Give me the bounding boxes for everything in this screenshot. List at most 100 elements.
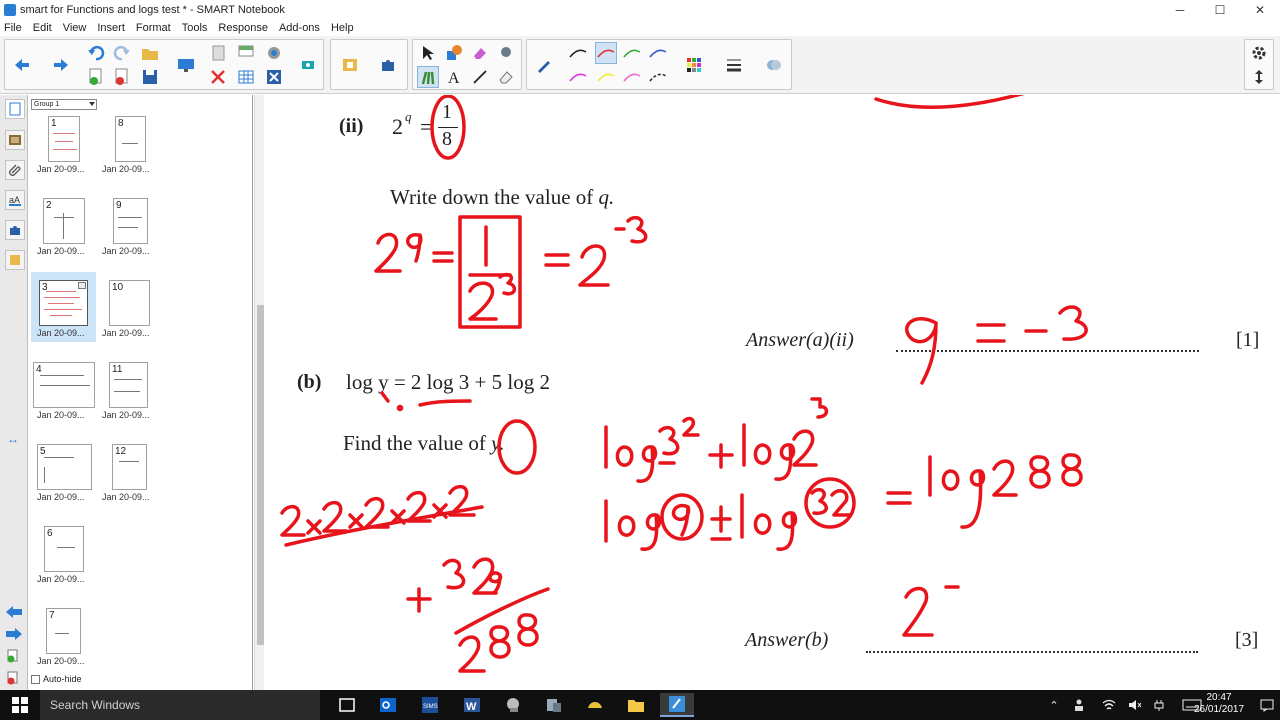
page-thumbnail[interactable]: 5 <box>37 444 92 490</box>
pen-style-green[interactable] <box>621 42 643 64</box>
page-thumbnail[interactable]: 2 <box>43 198 85 244</box>
app-button[interactable] <box>496 693 530 717</box>
close-button[interactable]: ✕ <box>1240 0 1280 20</box>
pen-style-magenta[interactable] <box>567 66 589 88</box>
shapes-tool-button[interactable] <box>443 42 465 64</box>
add-page-side-button[interactable] <box>6 649 20 666</box>
page-thumbnail[interactable]: 8 <box>115 116 146 162</box>
word-app[interactable]: W <box>455 693 489 717</box>
settings-button[interactable] <box>1248 42 1270 64</box>
save-button[interactable] <box>139 66 161 88</box>
move-toolbar-button[interactable] <box>1248 66 1270 88</box>
group-select[interactable]: Group 1 <box>31 99 97 110</box>
task-view-button[interactable] <box>330 693 364 717</box>
insert-table-button[interactable] <box>235 66 257 88</box>
app-button[interactable] <box>578 693 612 717</box>
page-thumbnail-selected[interactable]: 3 <box>39 280 88 326</box>
page-thumbnail[interactable]: 6 <box>44 526 84 572</box>
select-tool-button[interactable] <box>417 42 439 64</box>
menu-format[interactable]: Format <box>136 22 171 34</box>
smart-notebook-app[interactable] <box>660 693 694 717</box>
taskbar-clock[interactable]: 20:47 26/01/2017 <box>1194 692 1244 716</box>
previous-page-side-button[interactable] <box>5 605 23 622</box>
document-camera-button[interactable] <box>297 54 319 76</box>
autohide-checkbox[interactable] <box>31 674 40 684</box>
delete-page-side-button[interactable] <box>6 671 20 688</box>
clear-page-button[interactable] <box>207 66 229 88</box>
outlook-app[interactable] <box>371 693 405 717</box>
whiteboard-canvas[interactable]: (ii) 2 q = 1 8 Write down the value of q… <box>264 95 1280 690</box>
lesson-activity-button[interactable] <box>339 54 361 76</box>
delete-button[interactable] <box>263 66 285 88</box>
people-icon[interactable] <box>1072 690 1090 720</box>
scrollbar-thumb[interactable] <box>257 305 264 645</box>
file-explorer-app[interactable] <box>619 693 653 717</box>
pen-style-dashed[interactable] <box>647 66 669 88</box>
gallery-tab[interactable] <box>5 130 25 150</box>
next-page-side-button[interactable] <box>5 627 23 644</box>
start-button[interactable] <box>0 690 40 720</box>
display-button[interactable] <box>175 54 197 76</box>
page-thumbnail[interactable]: 9 <box>113 198 148 244</box>
attachments-tab[interactable] <box>5 160 25 180</box>
maximize-button[interactable]: ☐ <box>1200 0 1240 20</box>
menu-response[interactable]: Response <box>218 22 268 34</box>
next-page-button[interactable] <box>50 54 72 76</box>
menu-edit[interactable]: Edit <box>33 22 52 34</box>
menu-addons[interactable]: Add-ons <box>279 22 320 34</box>
page-sorter-tab[interactable] <box>5 99 25 119</box>
line-tool-button[interactable] <box>469 66 491 88</box>
lesson-activity-tab[interactable] <box>5 250 25 270</box>
pen-style-red[interactable] <box>595 42 617 64</box>
page-thumbnail[interactable]: 1 <box>48 116 80 162</box>
page-thumbnail[interactable]: 4 <box>33 362 95 408</box>
lesson-activity-icon <box>10 255 20 265</box>
magic-pen-button[interactable] <box>495 42 517 64</box>
minimize-button[interactable]: ─ <box>1160 0 1200 20</box>
addons-button[interactable] <box>377 54 399 76</box>
text-tool-button[interactable]: A <box>443 66 465 88</box>
screen-shade-button[interactable] <box>235 42 257 64</box>
addons-tab[interactable] <box>5 220 25 240</box>
pen-style-black[interactable] <box>567 42 589 64</box>
page-thumbnail[interactable]: 11 <box>109 362 148 408</box>
resize-arrows-icon[interactable]: ↔ <box>7 432 19 446</box>
pen-style-blue[interactable] <box>647 42 669 64</box>
menu-view[interactable]: View <box>63 22 87 34</box>
menu-help[interactable]: Help <box>331 22 354 34</box>
tray-expand-icon[interactable]: ⌃ <box>1046 690 1062 720</box>
thumbnail-menu-button[interactable] <box>78 282 86 289</box>
page-thumbnail[interactable]: 10 <box>109 280 150 326</box>
taskbar-search[interactable]: Search Windows <box>40 690 320 720</box>
redo-button[interactable] <box>111 42 133 64</box>
paste-button[interactable] <box>207 42 229 64</box>
pen-style-pink[interactable] <box>621 66 643 88</box>
delete-page-button[interactable] <box>111 66 133 88</box>
autohide-option[interactable]: Auto-hide <box>31 674 82 684</box>
eraser-tool-button[interactable] <box>469 42 491 64</box>
menu-insert[interactable]: Insert <box>97 22 125 34</box>
network-icon[interactable] <box>1100 690 1118 720</box>
menu-file[interactable]: File <box>4 22 22 34</box>
volume-icon[interactable] <box>1126 690 1144 720</box>
page-thumbnail[interactable]: 12 <box>112 444 147 490</box>
line-thickness-button[interactable] <box>723 54 745 76</box>
color-palette-button[interactable] <box>683 54 705 76</box>
sims-app[interactable]: SIMS <box>413 693 447 717</box>
properties-tab[interactable]: aA <box>5 190 25 210</box>
menu-tools[interactable]: Tools <box>182 22 208 34</box>
fill-effects-button[interactable] <box>763 54 785 76</box>
capture-button[interactable] <box>263 42 285 64</box>
page-thumbnail[interactable]: 7 <box>46 608 81 654</box>
pen-type-button[interactable] <box>533 54 555 76</box>
pens-tool-button[interactable] <box>417 66 439 88</box>
add-page-button[interactable] <box>85 66 107 88</box>
previous-page-button[interactable] <box>11 54 33 76</box>
fill-tool-button[interactable] <box>495 66 517 88</box>
pen-style-yellow[interactable] <box>595 66 617 88</box>
open-file-button[interactable] <box>139 42 161 64</box>
undo-button[interactable] <box>85 42 107 64</box>
app-button[interactable] <box>537 693 571 717</box>
notifications-button[interactable] <box>1254 690 1280 720</box>
power-icon[interactable] <box>1150 690 1168 720</box>
